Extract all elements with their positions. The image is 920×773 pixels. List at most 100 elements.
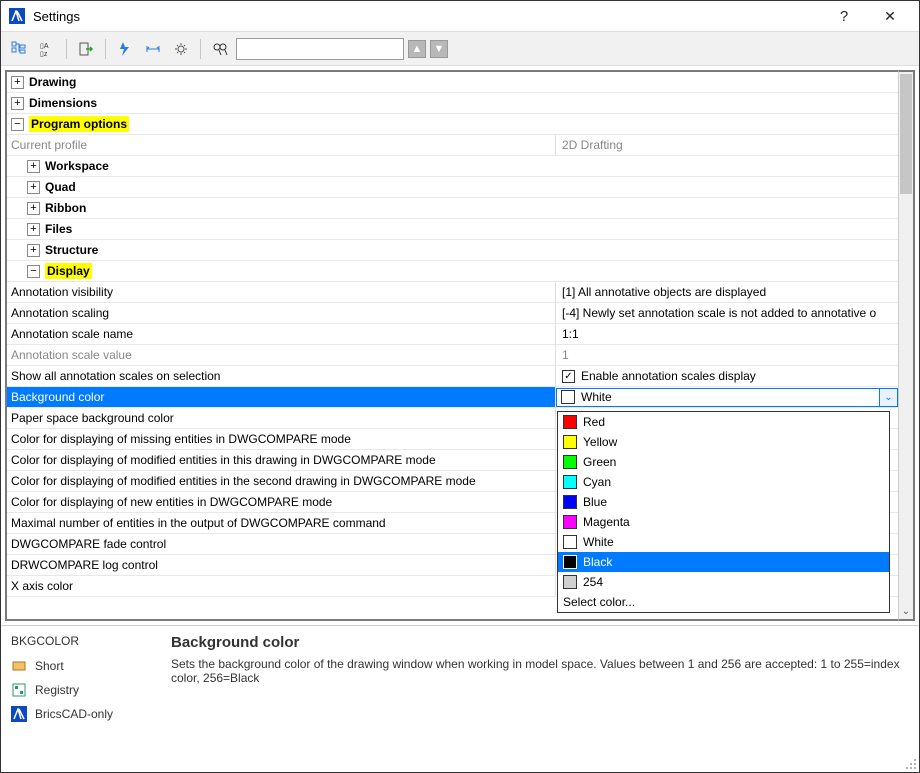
color-label: Red	[583, 415, 605, 429]
az-sort-icon[interactable]: ▯A▯z	[35, 37, 59, 61]
tree-view-icon[interactable]	[7, 37, 31, 61]
tree-node-program-options[interactable]: − Program options	[7, 114, 898, 135]
find-prev-button[interactable]: ▲	[408, 40, 426, 58]
tree-node-files[interactable]: + Files	[7, 219, 898, 240]
short-int-icon	[11, 658, 27, 674]
setting-row[interactable]: Annotation visibility [1] All annotative…	[7, 282, 898, 303]
tree-node-display[interactable]: − Display	[7, 261, 898, 282]
setting-label: Annotation scale name	[11, 327, 133, 341]
color-swatch-icon	[563, 575, 577, 589]
checkbox-label: Enable annotation scales display	[581, 369, 756, 383]
tree-node-quad[interactable]: + Quad	[7, 177, 898, 198]
bolt-icon[interactable]	[113, 37, 137, 61]
node-label: Display	[45, 263, 92, 279]
gear-icon[interactable]	[169, 37, 193, 61]
node-label: Program options	[29, 116, 129, 132]
current-profile-row: Current profile 2D Drafting	[7, 135, 898, 156]
chevron-down-icon[interactable]: ⌄	[899, 606, 913, 617]
search-input[interactable]	[236, 38, 404, 60]
color-option-yellow[interactable]: Yellow	[558, 432, 889, 452]
toolbar-separator	[105, 39, 106, 59]
expand-icon[interactable]: +	[27, 181, 40, 194]
find-next-button[interactable]: ▼	[430, 40, 448, 58]
node-label: Quad	[45, 180, 76, 194]
window-title: Settings	[33, 9, 80, 24]
setting-label: Color for displaying of new entities in …	[11, 495, 332, 509]
close-button[interactable]: ✕	[867, 1, 913, 32]
tag-bricscad: BricsCAD-only	[11, 706, 171, 722]
app-icon	[9, 8, 25, 24]
expand-icon[interactable]: +	[11, 76, 24, 89]
collapse-icon[interactable]: −	[27, 265, 40, 278]
setting-row: Annotation scale value 1	[7, 345, 898, 366]
info-pane: BKGCOLOR Short Registry BricsCAD-only Ba…	[1, 625, 919, 772]
color-swatch-icon	[563, 515, 577, 529]
titlebar: Settings ? ✕	[1, 1, 919, 32]
setting-label: Annotation scaling	[11, 306, 109, 320]
tag-registry: Registry	[11, 682, 171, 698]
setting-row[interactable]: Annotation scaling [-4] Newly set annota…	[7, 303, 898, 324]
color-label: Cyan	[583, 475, 611, 489]
color-swatch-icon	[563, 475, 577, 489]
settings-tree: + Drawing + Dimensions − Program options…	[5, 70, 898, 621]
tree-node-dimensions[interactable]: + Dimensions	[7, 93, 898, 114]
color-label: 254	[583, 575, 603, 589]
checkbox-icon[interactable]	[562, 370, 575, 383]
resize-grip-icon[interactable]	[905, 758, 917, 770]
setting-label: DRWCOMPARE log control	[11, 558, 158, 572]
tree-node-structure[interactable]: + Structure	[7, 240, 898, 261]
setting-value: 1	[562, 348, 569, 362]
color-dropdown-list[interactable]: Red Yellow Green Cyan Blue Magenta White…	[557, 411, 890, 613]
setting-label: Maximal number of entities in the output…	[11, 516, 386, 530]
vertical-scrollbar[interactable]: ⌄	[898, 70, 915, 621]
setting-value: [1] All annotative objects are displayed	[562, 285, 766, 299]
setting-row[interactable]: Show all annotation scales on selection …	[7, 366, 898, 387]
color-dropdown[interactable]: White ⌄	[556, 388, 898, 407]
tree-node-ribbon[interactable]: + Ribbon	[7, 198, 898, 219]
color-swatch-icon	[563, 415, 577, 429]
color-swatch-icon	[563, 555, 577, 569]
setting-row[interactable]: Annotation scale name 1:1	[7, 324, 898, 345]
collapse-icon[interactable]: −	[11, 118, 24, 131]
color-option-white[interactable]: White	[558, 532, 889, 552]
color-option-black[interactable]: Black	[558, 552, 889, 572]
export-icon[interactable]	[74, 37, 98, 61]
color-option-cyan[interactable]: Cyan	[558, 472, 889, 492]
node-label: Dimensions	[29, 96, 97, 110]
color-label: Blue	[583, 495, 607, 509]
svg-text:▯A: ▯A	[40, 43, 49, 50]
setting-label: Color for displaying of modified entitie…	[11, 453, 436, 467]
setting-value: [-4] Newly set annotation scale is not a…	[562, 306, 876, 320]
tree-node-workspace[interactable]: + Workspace	[7, 156, 898, 177]
expand-icon[interactable]: +	[27, 223, 40, 236]
bricscad-icon	[11, 706, 27, 722]
expand-icon[interactable]: +	[27, 160, 40, 173]
setting-row-background-color[interactable]: Background color White ⌄	[7, 387, 898, 408]
setting-label: Background color	[11, 390, 104, 404]
color-label: Select color...	[563, 595, 635, 609]
color-option-red[interactable]: Red	[558, 412, 889, 432]
info-title: Background color	[171, 634, 909, 651]
color-option-blue[interactable]: Blue	[558, 492, 889, 512]
chevron-down-icon[interactable]: ⌄	[879, 389, 897, 406]
tree-node-drawing[interactable]: + Drawing	[7, 72, 898, 93]
expand-icon[interactable]: +	[11, 97, 24, 110]
dimension-icon[interactable]	[141, 37, 165, 61]
toolbar-separator	[66, 39, 67, 59]
color-option-magenta[interactable]: Magenta	[558, 512, 889, 532]
setting-label: Paper space background color	[11, 411, 174, 425]
help-button[interactable]: ?	[821, 1, 867, 32]
scrollbar-thumb[interactable]	[900, 74, 912, 194]
find-icon[interactable]	[208, 37, 232, 61]
color-option-green[interactable]: Green	[558, 452, 889, 472]
color-option-select[interactable]: Select color...	[558, 592, 889, 612]
tag-short: Short	[11, 658, 171, 674]
setting-value: 1:1	[562, 327, 579, 341]
color-option-254[interactable]: 254	[558, 572, 889, 592]
expand-icon[interactable]: +	[27, 202, 40, 215]
svg-text:▯z: ▯z	[40, 51, 48, 57]
registry-icon	[11, 682, 27, 698]
color-label: White	[583, 535, 614, 549]
color-value: White	[581, 390, 879, 404]
expand-icon[interactable]: +	[27, 244, 40, 257]
